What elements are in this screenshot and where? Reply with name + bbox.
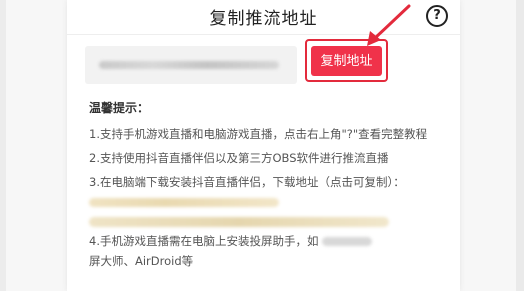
tip-item-text: 屏大师、AirDroid等 — [89, 254, 194, 268]
stream-url-field — [85, 46, 297, 84]
redacted-app-name — [322, 237, 373, 246]
red-arrow-icon — [367, 4, 411, 46]
background-edge-right — [516, 0, 524, 291]
tip-item-text: 4.手机游戏直播需在电脑上安装投屏助手，如 — [89, 234, 319, 248]
push-url-dialog: 复制推流地址 ? 复制地址 温馨提示： 1.支持手机游戏直播和电脑游戏直播，点击… — [67, 0, 460, 291]
tips-title: 温馨提示： — [89, 101, 150, 115]
tip-item-text: 3.在电脑端下载安装抖音直播伴侣，下载地址（点击可复制）： — [89, 175, 405, 189]
tip-item: 1.支持手机游戏直播和电脑游戏直播，点击右上角"?"查看完整教程 — [89, 127, 428, 141]
question-circle-icon[interactable]: ? — [426, 5, 448, 27]
background-edge-left — [0, 0, 6, 291]
tip-item: 2.支持使用抖音直播伴侣以及第三方OBS软件进行推流直播 — [89, 151, 389, 165]
tip-item: 3.在电脑端下载安装抖音直播伴侣，下载地址（点击可复制）： — [89, 172, 449, 227]
tips-section: 温馨提示： 1.支持手机游戏直播和电脑游戏直播，点击右上角"?"查看完整教程 2… — [89, 98, 449, 275]
redacted-download-link[interactable] — [89, 198, 279, 207]
redacted-stream-url — [99, 61, 279, 69]
redacted-download-link-line2[interactable] — [89, 217, 389, 227]
copy-url-button[interactable]: 复制地址 — [311, 46, 382, 76]
screenshot-page: 复制推流地址 ? 复制地址 温馨提示： 1.支持手机游戏直播和电脑游戏直播，点击… — [0, 0, 524, 291]
tip-item: 4.手机游戏直播需在电脑上安装投屏助手，如 屏大师、AirDroid等 — [89, 231, 449, 271]
